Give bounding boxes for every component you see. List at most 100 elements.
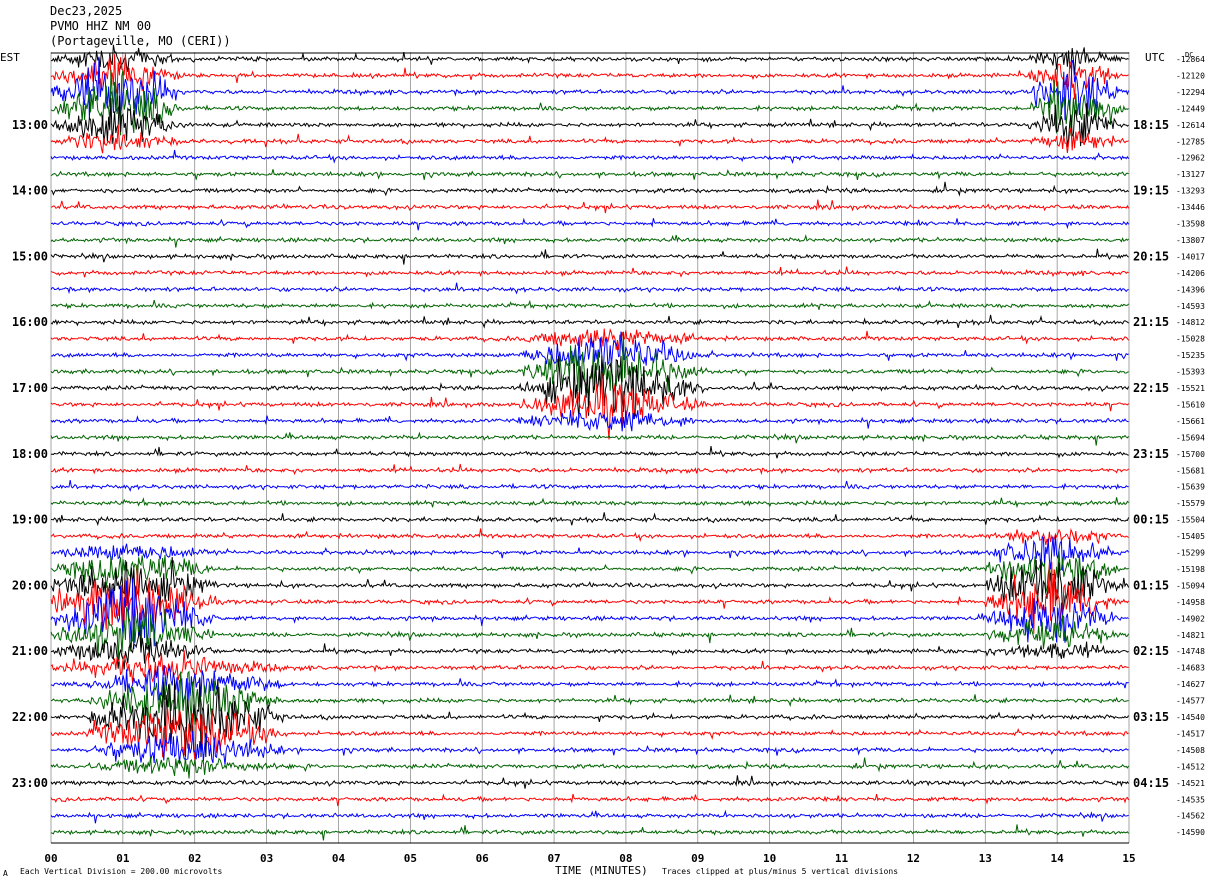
dc-offset-label: -15235 [1176, 351, 1205, 360]
dc-offset-label: -13446 [1176, 203, 1205, 212]
dc-offset-label: -13598 [1176, 220, 1205, 229]
dc-offset-label: -15579 [1176, 499, 1205, 508]
header-date: Dec23,2025 [50, 4, 123, 18]
trace-row [50, 431, 1129, 446]
trace-row [50, 217, 1130, 231]
dc-offset-label: -14577 [1176, 697, 1205, 706]
dc-offset-label: -13807 [1176, 236, 1205, 245]
utc-time-label: 04:15 [1133, 776, 1169, 790]
utc-time-label: 20:15 [1133, 249, 1169, 263]
dc-offset-label: -15694 [1176, 433, 1205, 442]
trace-row [50, 809, 1129, 824]
est-time-label: 18:00 [12, 447, 48, 461]
header-channel: PVMO HHZ NM 00 [50, 19, 152, 33]
dc-offset-label: -14017 [1176, 252, 1205, 261]
dc-offset-label: -15094 [1176, 581, 1205, 590]
dc-offset-label: -12962 [1176, 154, 1205, 163]
dc-offset-label: -14562 [1176, 812, 1205, 821]
trace-row [50, 169, 1129, 181]
utc-time-label: 03:15 [1133, 710, 1169, 724]
x-tick-label: 14 [1051, 852, 1065, 865]
trace-row [50, 410, 1129, 432]
trace-row [50, 233, 1129, 248]
x-axis-title: TIME (MINUTES) [555, 864, 648, 877]
est-time-label: 19:00 [12, 513, 48, 527]
trace-row [50, 793, 1130, 807]
dc-offset-label: -12864 [1176, 55, 1205, 64]
dc-offset-label: -14902 [1176, 614, 1205, 623]
dc-offset-label: -15681 [1176, 466, 1205, 475]
left-axis-title: EST [0, 51, 20, 64]
x-tick-label: 03 [260, 852, 273, 865]
dc-offset-label: -14748 [1176, 647, 1205, 656]
utc-time-label: 00:15 [1133, 513, 1169, 527]
dc-offset-label: -13127 [1176, 170, 1205, 179]
dc-offset-label: -14627 [1176, 680, 1205, 689]
dc-offset-label: -14512 [1176, 762, 1205, 771]
est-time-label: 13:00 [12, 118, 48, 132]
utc-time-label: 18:15 [1133, 118, 1169, 132]
est-time-label: 20:00 [12, 578, 48, 592]
dc-offset-label: -15299 [1176, 549, 1205, 558]
trace-row [50, 824, 1130, 841]
trace-row [50, 650, 1129, 684]
trace-row [50, 463, 1129, 476]
trace-row [50, 266, 1129, 278]
est-time-label: 21:00 [12, 644, 48, 658]
dc-offset-label: -14958 [1176, 598, 1205, 607]
trace-row [50, 512, 1130, 527]
x-tick-label: 01 [116, 852, 130, 865]
dc-offset-label: -13293 [1176, 187, 1205, 196]
x-tick-label: 09 [691, 852, 704, 865]
dc-offset-label: -14812 [1176, 318, 1205, 327]
dc-offset-label: -15639 [1176, 483, 1205, 492]
trace-row [50, 446, 1129, 459]
header-station: (Portageville, MO (CERI)) [50, 34, 231, 48]
x-tick-label: 00 [44, 852, 57, 865]
x-tick-label: 13 [979, 852, 992, 865]
dc-offset-label: -14590 [1176, 828, 1205, 837]
est-time-label: 16:00 [12, 315, 48, 329]
trace-row [50, 181, 1129, 197]
dc-offset-label: -14593 [1176, 302, 1205, 311]
dc-offset-label: -14508 [1176, 746, 1205, 755]
scale-note: Each Vertical Division = 200.00 microvol… [20, 867, 223, 876]
right-axis-title: UTC [1145, 51, 1165, 64]
utc-time-label: 21:15 [1133, 315, 1169, 329]
trace-row [50, 299, 1129, 310]
dc-offset-label: -12614 [1176, 121, 1205, 130]
dc-offset-label: -14521 [1176, 779, 1205, 788]
est-time-label: 22:00 [12, 710, 48, 724]
dc-offset-label: -12785 [1176, 137, 1205, 146]
utc-time-label: 02:15 [1133, 644, 1169, 658]
est-time-label: 23:00 [12, 776, 48, 790]
trace-row [50, 497, 1129, 509]
dc-offset-label: -15028 [1176, 335, 1205, 344]
dc-offset-label: -14821 [1176, 631, 1205, 640]
x-tick-label: 11 [835, 852, 849, 865]
dc-offset-label: -15405 [1176, 532, 1205, 541]
utc-time-label: 23:15 [1133, 447, 1169, 461]
trace-row [50, 535, 1130, 571]
trace-row [50, 314, 1129, 329]
dc-offset-label: -15393 [1176, 368, 1205, 377]
dc-offset-label: -15504 [1176, 516, 1205, 525]
dc-offset-label: -15661 [1176, 417, 1205, 426]
x-tick-label: 05 [404, 852, 417, 865]
dc-offset-label: -15610 [1176, 400, 1205, 409]
trace-row [50, 282, 1129, 295]
trace-row [50, 149, 1130, 165]
dc-offset-label: -14206 [1176, 269, 1205, 278]
dc-offset-label: -15521 [1176, 384, 1205, 393]
trace-row [51, 44, 1129, 76]
dc-offset-label: -14396 [1176, 285, 1205, 294]
utc-time-label: 22:15 [1133, 381, 1169, 395]
trace-row [50, 480, 1129, 492]
dc-offset-label: -14540 [1176, 713, 1205, 722]
x-tick-label: 10 [763, 852, 776, 865]
trace-row [50, 355, 1130, 419]
trace-row [50, 124, 1129, 154]
helicorder-plot: 00 01 02 03 04 05 06 07 08 09 10 11 12 13 14 15EST UTC DC… [0, 44, 1205, 865]
dc-offset-label: -14535 [1176, 795, 1205, 804]
trace-row [50, 556, 1130, 614]
